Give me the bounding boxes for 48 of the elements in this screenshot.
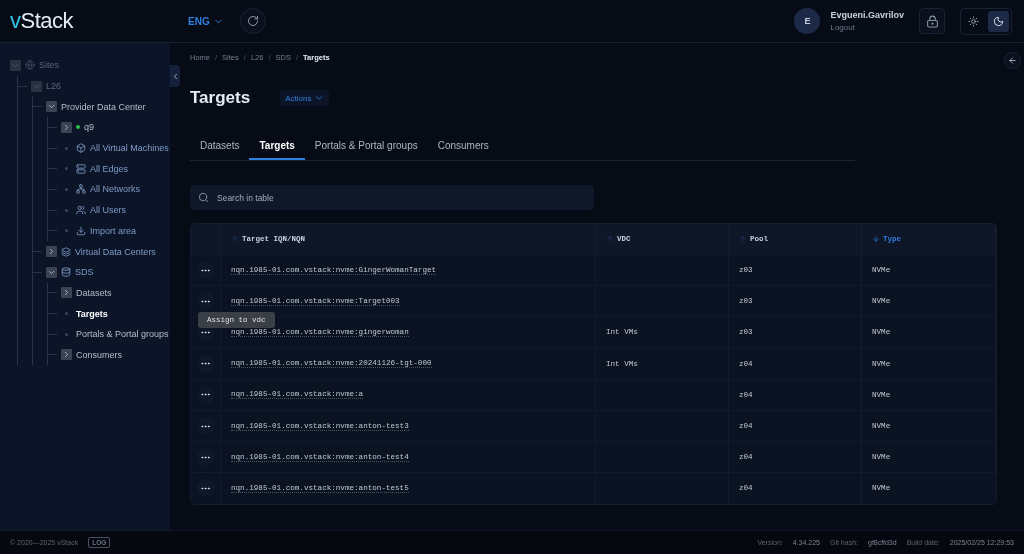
arrow-up-icon: [739, 235, 747, 243]
tab[interactable]: Consumers: [427, 134, 499, 160]
download-icon: [76, 225, 86, 236]
more-button[interactable]: [196, 385, 215, 404]
search-input[interactable]: Search in table: [215, 191, 586, 204]
network-icon: [76, 184, 86, 195]
user-avatar: E: [794, 8, 821, 34]
chevron-right-icon: [47, 247, 56, 257]
arrow-up-icon: [231, 235, 239, 243]
tab[interactable]: Portals & Portal groups: [304, 134, 428, 160]
sun-icon: [968, 15, 979, 27]
logo[interactable]: vStack: [10, 8, 188, 34]
lock-icon: [925, 14, 939, 28]
cube-icon: [76, 143, 86, 154]
actions-dropdown[interactable]: Actions: [280, 90, 330, 106]
more-button[interactable]: [196, 354, 215, 373]
moon-icon: [993, 15, 1004, 27]
chevron-right-icon: [62, 350, 71, 360]
users-icon: [76, 205, 86, 216]
chevron-right-icon: [62, 122, 71, 132]
user-name: Evgueni.Gavrilov: [830, 10, 904, 20]
more-button[interactable]: [196, 448, 215, 467]
page-title: Targets: [190, 88, 251, 108]
language-selector[interactable]: ENG: [188, 15, 224, 27]
layers-icon: [61, 246, 71, 257]
arrow-up-icon: [606, 235, 614, 243]
lock-button[interactable]: [919, 8, 945, 34]
logout-link[interactable]: Logout: [830, 23, 904, 32]
chevron-right-icon: [62, 288, 71, 298]
arrow-left-icon: [1008, 56, 1017, 65]
server-icon: [76, 163, 86, 174]
collapse-sidebar-button[interactable]: [170, 65, 180, 87]
refresh-button[interactable]: [239, 8, 266, 34]
moon-button[interactable]: [988, 10, 1009, 32]
more-button[interactable]: [196, 292, 215, 311]
chevron-down-icon: [314, 93, 325, 103]
more-button[interactable]: [196, 261, 215, 280]
more-button[interactable]: [196, 479, 215, 498]
tab[interactable]: Targets: [249, 134, 305, 160]
globe-icon: [25, 60, 35, 71]
more-button[interactable]: [196, 417, 215, 436]
search-icon: [198, 192, 209, 203]
search-field[interactable]: Search in table: [190, 185, 594, 210]
arrow-down-icon: [872, 235, 880, 243]
database-icon: [61, 267, 71, 278]
tab[interactable]: Datasets: [190, 134, 250, 160]
back-button[interactable]: [1004, 52, 1021, 69]
refresh-icon: [246, 15, 259, 27]
